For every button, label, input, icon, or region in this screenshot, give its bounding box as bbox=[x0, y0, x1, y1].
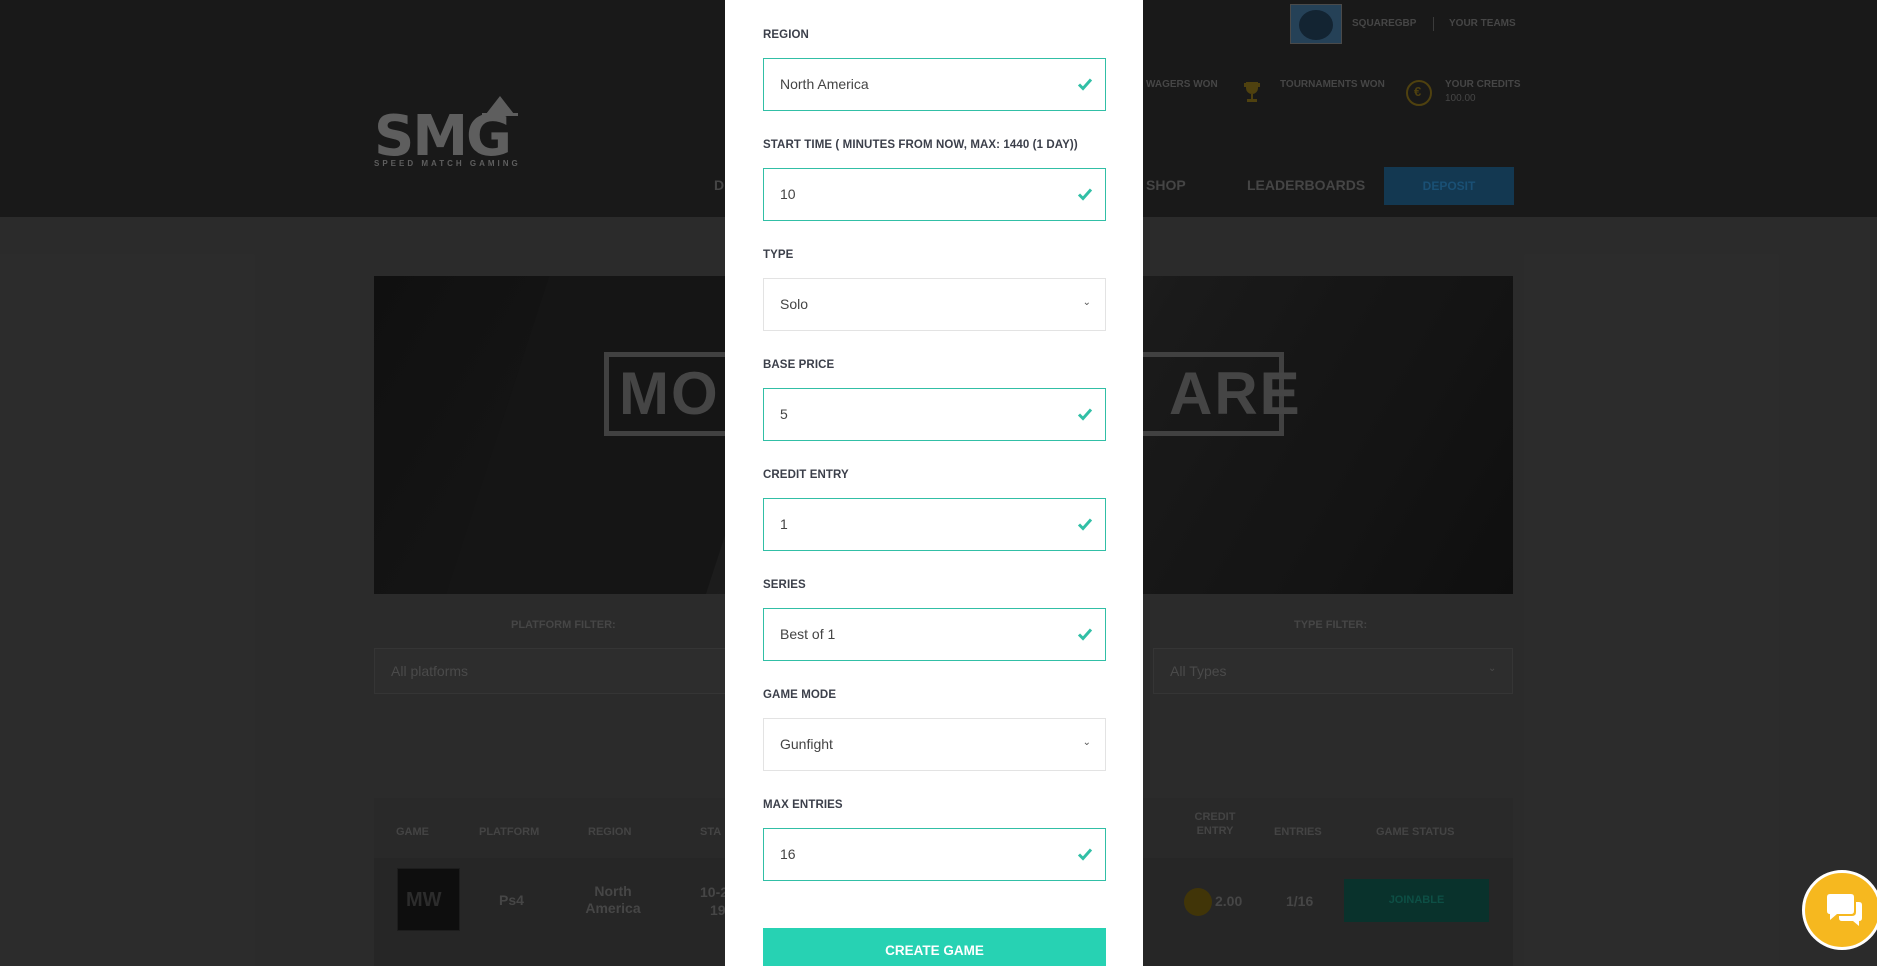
check-icon bbox=[1077, 628, 1093, 641]
type-select[interactable]: Solo ⌄ bbox=[763, 278, 1106, 331]
start-time-label: START TIME ( MINUTES FROM NOW, MAX: 1440… bbox=[763, 139, 1078, 151]
check-icon bbox=[1077, 78, 1093, 91]
start-time-value: 10 bbox=[780, 186, 796, 202]
series-label: SERIES bbox=[763, 579, 806, 591]
chat-icon bbox=[1827, 894, 1862, 926]
check-icon bbox=[1077, 188, 1093, 201]
max-entries-value: 16 bbox=[780, 846, 796, 862]
series-field[interactable]: Best of 1 bbox=[763, 608, 1106, 661]
base-price-value: 5 bbox=[780, 406, 788, 422]
type-label: TYPE bbox=[763, 249, 794, 261]
create-game-button[interactable]: CREATE GAME bbox=[763, 928, 1106, 966]
series-value: Best of 1 bbox=[780, 626, 836, 642]
chat-button[interactable] bbox=[1802, 870, 1877, 950]
check-icon bbox=[1077, 848, 1093, 861]
chevron-down-icon: ⌄ bbox=[1082, 297, 1091, 308]
game-mode-label: GAME MODE bbox=[763, 689, 837, 701]
max-entries-field[interactable]: 16 bbox=[763, 828, 1106, 881]
create-game-label: CREATE GAME bbox=[885, 942, 984, 958]
start-time-field[interactable]: 10 bbox=[763, 168, 1106, 221]
region-label: REGION bbox=[763, 29, 809, 41]
base-price-field[interactable]: 5 bbox=[763, 388, 1106, 441]
region-field[interactable]: North America bbox=[763, 58, 1106, 111]
credit-entry-field[interactable]: 1 bbox=[763, 498, 1106, 551]
credit-entry-value: 1 bbox=[780, 516, 788, 532]
type-value: Solo bbox=[780, 296, 809, 312]
max-entries-label: MAX ENTRIES bbox=[763, 799, 843, 811]
check-icon bbox=[1077, 518, 1093, 531]
create-game-modal: REGION North America START TIME ( MINUTE… bbox=[725, 0, 1143, 966]
region-value: North America bbox=[780, 76, 869, 92]
base-price-label: BASE PRICE bbox=[763, 359, 835, 371]
game-mode-value: Gunfight bbox=[780, 736, 833, 752]
check-icon bbox=[1077, 408, 1093, 421]
credit-entry-label: CREDIT ENTRY bbox=[763, 469, 849, 481]
game-mode-select[interactable]: Gunfight ⌄ bbox=[763, 718, 1106, 771]
chevron-down-icon: ⌄ bbox=[1082, 737, 1091, 748]
